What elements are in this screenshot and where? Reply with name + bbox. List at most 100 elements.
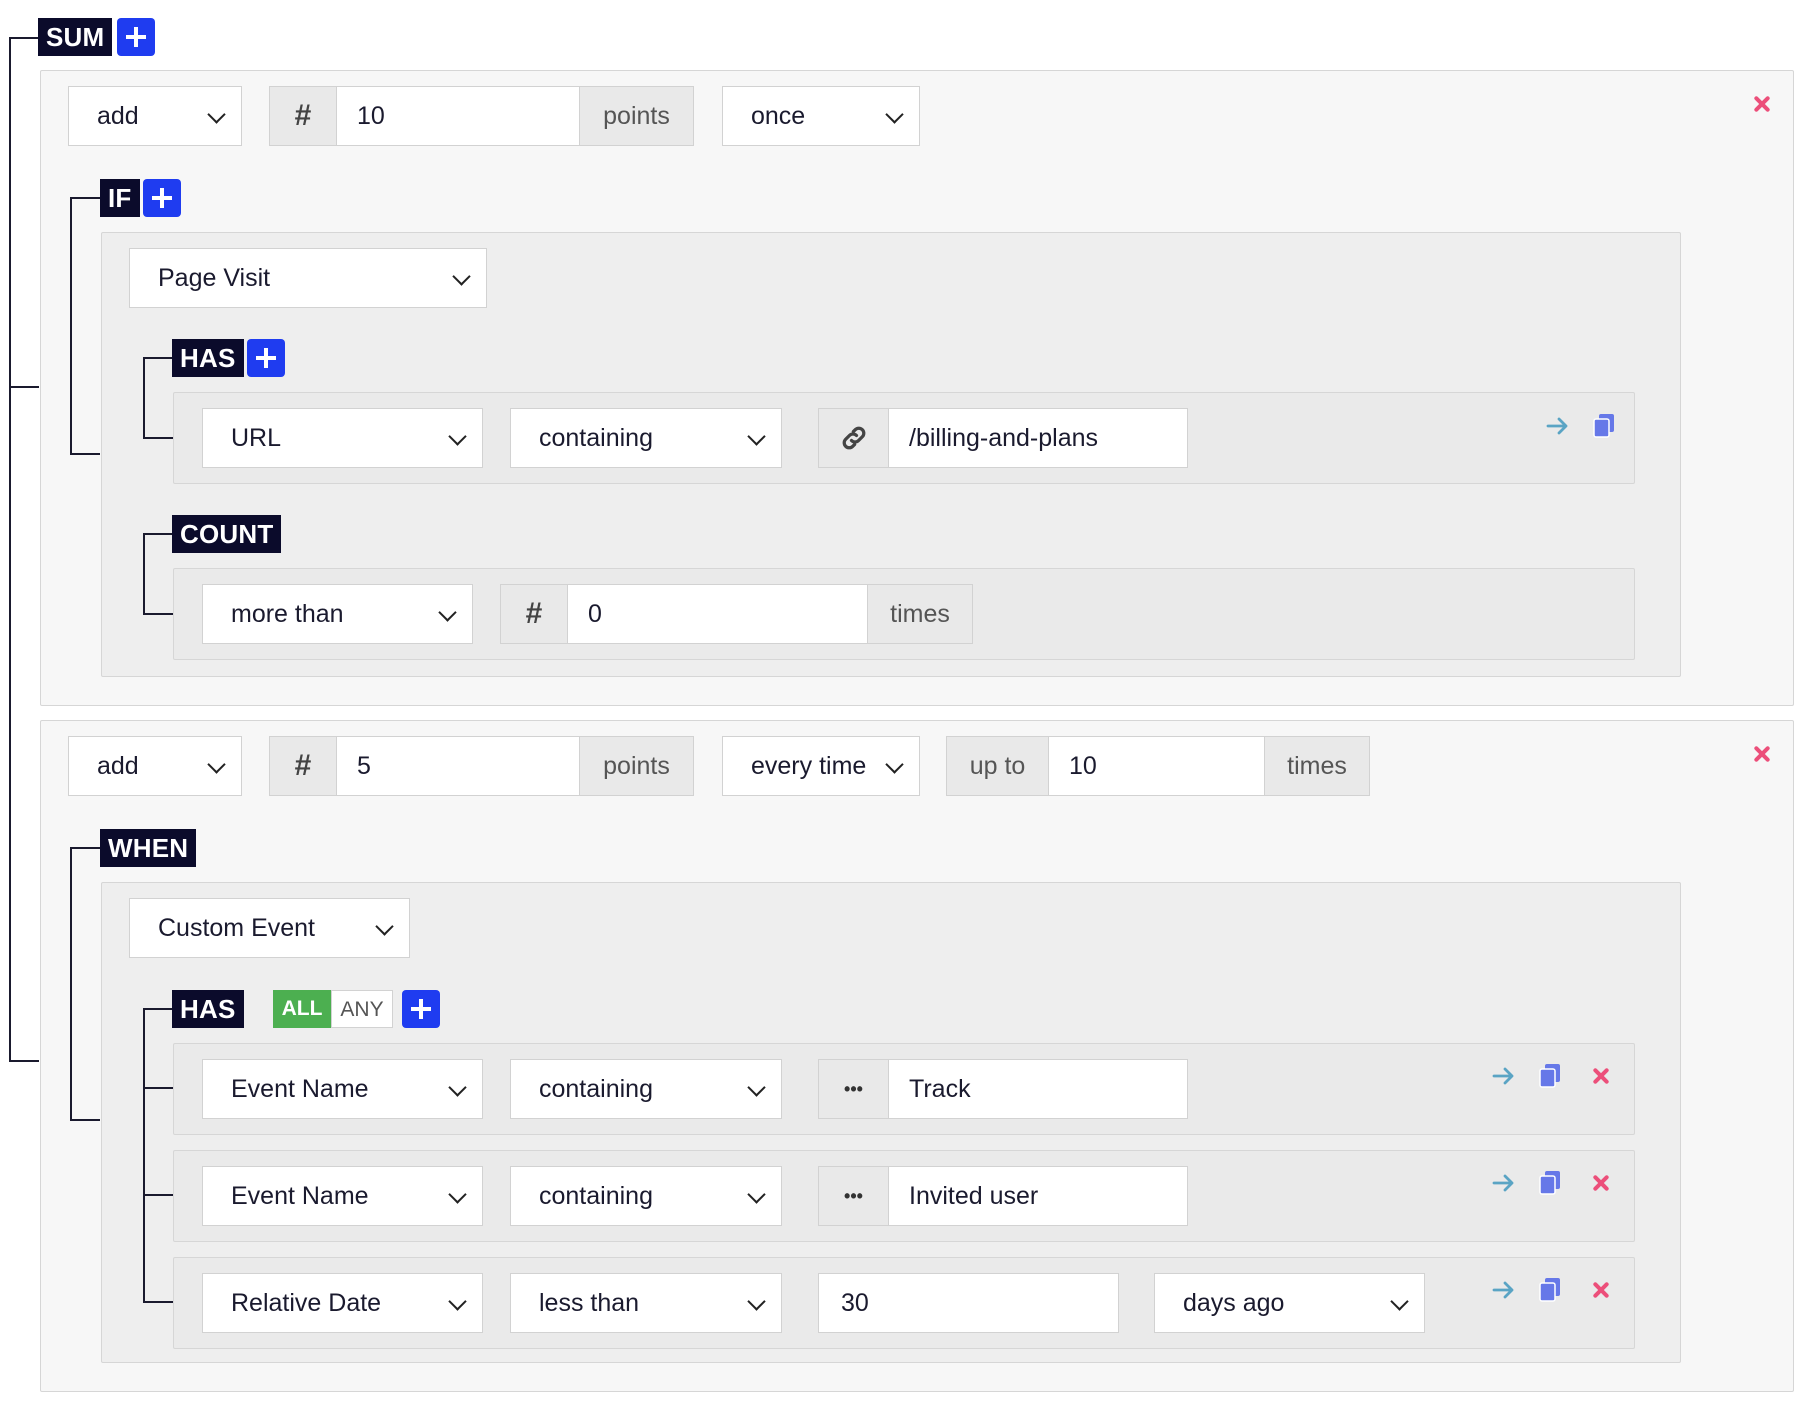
count-operator-value: more than (231, 600, 344, 628)
chevron-down-icon (747, 1078, 766, 1097)
upto-suffix: times (1264, 736, 1370, 796)
action-select[interactable]: add (68, 736, 242, 796)
ellipsis-addon: ••• (818, 1059, 889, 1119)
chevron-down-icon (207, 105, 226, 124)
has-tag: HAS (172, 339, 244, 377)
delete-condition-icon[interactable] (1590, 1279, 1612, 1301)
match-any-toggle[interactable]: ANY (331, 990, 393, 1028)
points-suffix: points (579, 86, 694, 146)
chevron-down-icon (452, 267, 471, 286)
delete-rule-1-icon[interactable] (1751, 93, 1773, 115)
tree-line (143, 533, 173, 535)
condition-field-value: Relative Date (231, 1289, 382, 1317)
count-value-input[interactable]: 0 (567, 584, 868, 644)
condition-value-input[interactable]: Track (888, 1059, 1188, 1119)
condition-operator-value: containing (539, 1182, 653, 1210)
has-add-button[interactable] (402, 990, 440, 1028)
upto-label: up to (946, 736, 1049, 796)
condition-field-select[interactable]: Event Name (202, 1059, 483, 1119)
chevron-down-icon (448, 427, 467, 446)
arrow-right-icon[interactable] (1491, 1278, 1517, 1302)
match-all-toggle[interactable]: ALL (273, 990, 331, 1028)
tree-line (143, 357, 145, 439)
chevron-down-icon (207, 755, 226, 774)
chevron-down-icon (1390, 1292, 1409, 1311)
tree-line (70, 847, 100, 849)
condition-field-select[interactable]: URL (202, 408, 483, 468)
condition-field-select[interactable]: Event Name (202, 1166, 483, 1226)
sum-tag: SUM (38, 18, 113, 56)
event-type-select[interactable]: Custom Event (129, 898, 410, 958)
has-tag: HAS (172, 990, 244, 1028)
copy-icon[interactable] (1538, 1169, 1562, 1195)
copy-icon[interactable] (1538, 1276, 1562, 1302)
copy-icon[interactable] (1592, 412, 1616, 438)
tree-line (9, 37, 39, 39)
tree-line (143, 357, 173, 359)
tree-line (143, 1087, 173, 1089)
chevron-down-icon (448, 1078, 467, 1097)
has-add-button[interactable] (247, 339, 285, 377)
tree-line (143, 1301, 173, 1303)
link-icon (842, 426, 865, 450)
count-tag: COUNT (172, 515, 282, 553)
tree-line (70, 197, 100, 199)
frequency-select-value: every time (751, 752, 867, 780)
condition-operator-value: containing (539, 1075, 653, 1103)
action-select[interactable]: add (68, 86, 242, 146)
count-operator-select[interactable]: more than (202, 584, 473, 644)
condition-field-select[interactable]: Relative Date (202, 1273, 483, 1333)
count-hash-addon: # (500, 584, 568, 644)
link-addon (818, 408, 889, 468)
condition-operator-select[interactable]: less than (510, 1273, 782, 1333)
event-type-select[interactable]: Page Visit (129, 248, 487, 308)
when-tag: WHEN (100, 829, 197, 867)
frequency-select-value: once (751, 102, 806, 130)
chevron-down-icon (448, 1292, 467, 1311)
delete-condition-icon[interactable] (1590, 1065, 1612, 1087)
tree-line (70, 453, 100, 455)
condition-operator-select[interactable]: containing (510, 408, 782, 468)
frequency-select[interactable]: every time (722, 736, 920, 796)
chevron-down-icon (885, 755, 904, 774)
chevron-down-icon (747, 1292, 766, 1311)
condition-value-input[interactable]: Invited user (888, 1166, 1188, 1226)
sum-add-button[interactable] (117, 18, 155, 56)
points-suffix: points (579, 736, 694, 796)
event-type-value: Page Visit (158, 264, 271, 292)
frequency-select[interactable]: once (722, 86, 920, 146)
points-hash-addon: # (269, 736, 337, 796)
points-input[interactable]: 10 (336, 86, 580, 146)
condition-value-input[interactable]: 30 (818, 1273, 1119, 1333)
points-input[interactable]: 5 (336, 736, 580, 796)
action-select-value: add (97, 102, 139, 130)
arrow-right-icon[interactable] (1491, 1171, 1517, 1195)
upto-input[interactable]: 10 (1048, 736, 1265, 796)
condition-operator-select[interactable]: containing (510, 1059, 782, 1119)
tree-line (70, 847, 72, 1121)
chevron-down-icon (885, 105, 904, 124)
tree-line (143, 1008, 173, 1010)
tree-line (70, 1119, 100, 1121)
tree-line (70, 197, 72, 455)
arrow-right-icon[interactable] (1545, 414, 1571, 438)
chevron-down-icon (438, 603, 457, 622)
condition-operator-select[interactable]: containing (510, 1166, 782, 1226)
condition-operator-value: less than (539, 1289, 640, 1317)
tree-line (9, 1060, 39, 1062)
chevron-down-icon (747, 427, 766, 446)
chevron-down-icon (375, 917, 394, 936)
tree-line (143, 613, 173, 615)
copy-icon[interactable] (1538, 1062, 1562, 1088)
tree-line (143, 1194, 173, 1196)
ellipsis-addon: ••• (818, 1166, 889, 1226)
arrow-right-icon[interactable] (1491, 1064, 1517, 1088)
count-suffix: times (867, 584, 973, 644)
condition-field-value: Event Name (231, 1075, 369, 1103)
if-add-button[interactable] (143, 179, 181, 217)
condition-operator-value: containing (539, 424, 653, 452)
condition-unit-select[interactable]: days ago (1154, 1273, 1425, 1333)
delete-condition-icon[interactable] (1590, 1172, 1612, 1194)
delete-rule-2-icon[interactable] (1751, 743, 1773, 765)
condition-value-input[interactable]: /billing-and-plans (888, 408, 1188, 468)
